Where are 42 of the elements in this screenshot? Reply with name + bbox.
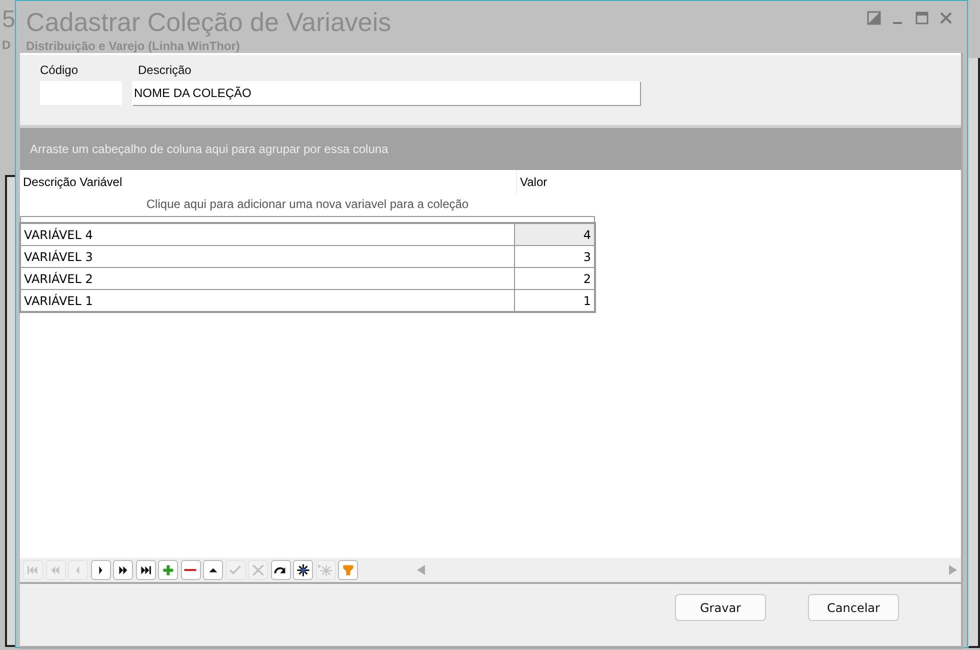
column-header[interactable]: Valor xyxy=(516,170,548,194)
table-cell: VARIÁVEL 2 xyxy=(20,268,514,290)
table-cell: 1 xyxy=(514,290,594,312)
double-left-arrow-icon xyxy=(50,564,61,576)
up-arrow-icon xyxy=(208,566,218,574)
dialog-button[interactable]: Cancelar xyxy=(808,594,899,621)
cross-icon xyxy=(252,564,264,576)
table-cell: 4 xyxy=(514,224,594,246)
minus-icon xyxy=(183,568,198,572)
column-header[interactable]: Descrição Variável xyxy=(20,175,516,189)
filter-icon xyxy=(342,564,354,576)
right-arrow-icon xyxy=(98,564,104,576)
table-cell: VARIÁVEL 4 xyxy=(20,224,514,246)
maximize-icon[interactable] xyxy=(915,11,929,25)
double-right-arrow-icon xyxy=(118,564,128,576)
close-icon[interactable] xyxy=(939,11,953,25)
plus-icon xyxy=(162,564,174,576)
dialog-button[interactable]: Gravar xyxy=(675,594,766,621)
navigator-button[interactable] xyxy=(113,560,133,580)
skip-last-icon xyxy=(140,564,152,576)
left-arrow-icon xyxy=(75,564,81,576)
navigator-button[interactable] xyxy=(90,560,110,580)
navigator-button[interactable] xyxy=(203,560,223,580)
navigator-button[interactable] xyxy=(293,560,313,580)
navigator-button[interactable] xyxy=(136,560,156,580)
scroll-left-icon[interactable] xyxy=(417,565,425,575)
asterisk-arrow-icon xyxy=(317,562,334,578)
table-cell: 2 xyxy=(514,268,594,290)
refresh-icon xyxy=(274,566,287,574)
scroll-right-icon[interactable] xyxy=(949,565,957,575)
restore-icon[interactable] xyxy=(867,11,881,25)
field-label: Descrição xyxy=(137,63,192,77)
asterisk-icon xyxy=(296,562,310,578)
table-cell: VARIÁVEL 1 xyxy=(20,290,514,312)
table-cell: 3 xyxy=(514,246,594,268)
new-row-prompt[interactable]: Clique aqui para adicionar uma nova variavel para a coleção xyxy=(20,194,595,216)
skip-first-icon xyxy=(27,564,39,576)
input-field[interactable]: NOME DA COLEÇÃO xyxy=(132,81,640,105)
field-label: Código xyxy=(40,63,80,77)
checkmark-icon xyxy=(229,565,242,575)
navigator-button[interactable] xyxy=(270,560,290,580)
table-cell: VARIÁVEL 3 xyxy=(20,246,514,268)
